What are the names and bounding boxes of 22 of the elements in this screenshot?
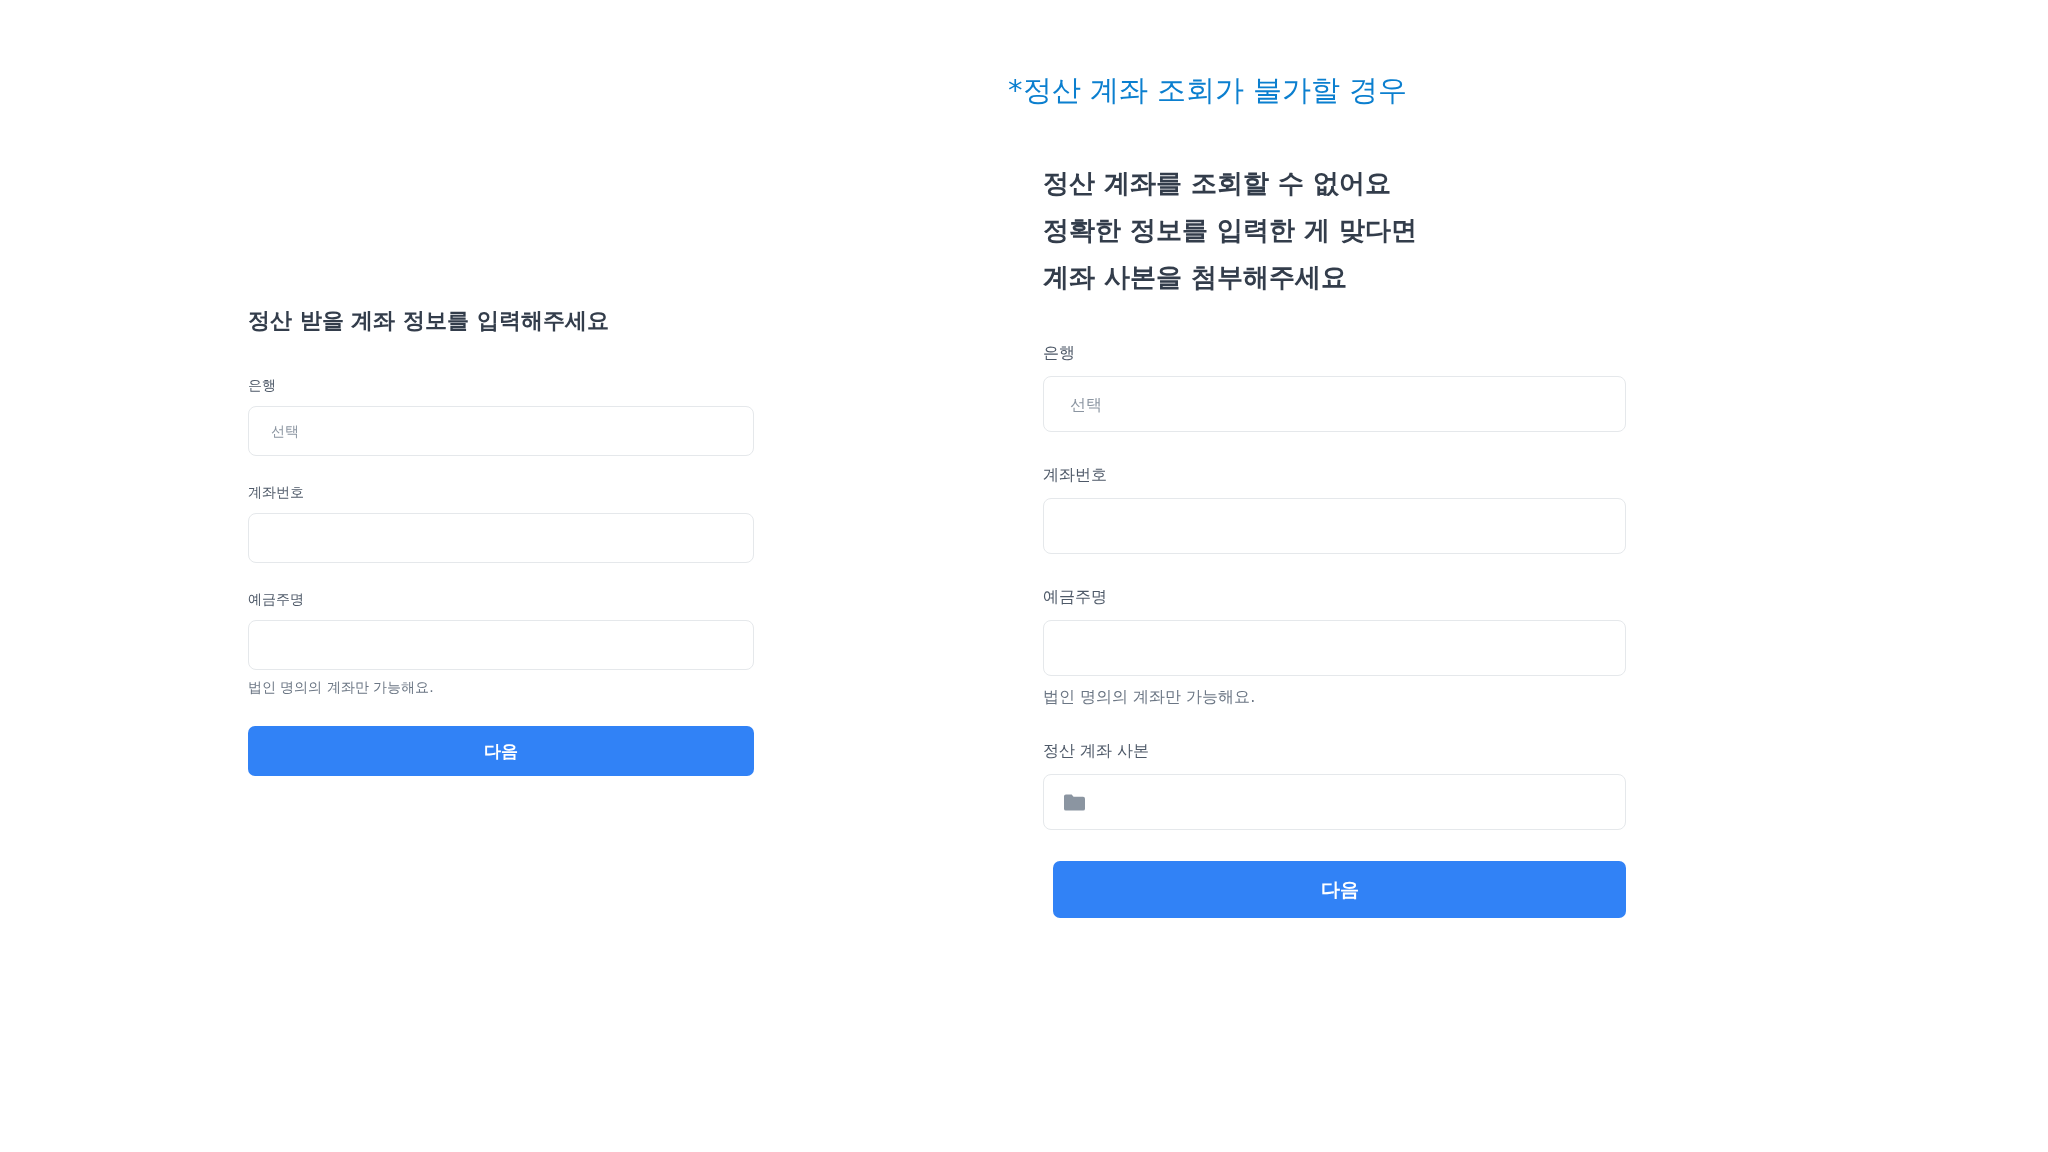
folder-icon xyxy=(1064,793,1085,811)
input-field[interactable]: 선택 xyxy=(1043,376,1626,432)
form-heading: 정산 받을 계좌 정보를 입력해주세요 xyxy=(248,307,609,335)
form-heading: 정산 계좌를 조회할 수 없어요 정확한 정보를 입력한 게 맞다면 계좌 사본을 첨부해주세요 xyxy=(1043,167,1418,294)
field-label: 예금주명 xyxy=(1043,586,1107,608)
field-label: 예금주명 xyxy=(248,590,304,609)
input-field[interactable] xyxy=(1043,620,1626,676)
helper-text: 법인 명의의 계좌만 가능해요. xyxy=(248,678,434,697)
field-label: 계좌번호 xyxy=(1043,464,1107,486)
file-upload-field[interactable] xyxy=(1043,774,1626,830)
helper-text: 법인 명의의 계좌만 가능해요. xyxy=(1043,686,1256,708)
input-field[interactable] xyxy=(248,620,754,670)
input-field[interactable] xyxy=(248,513,754,563)
field-label: 정산 계좌 사본 xyxy=(1043,740,1150,762)
input-field[interactable] xyxy=(1043,498,1626,554)
input-field[interactable]: 선택 xyxy=(248,406,754,456)
next-button[interactable]: 다음 xyxy=(248,726,754,776)
field-label: 은행 xyxy=(248,376,276,395)
field-label: 계좌번호 xyxy=(248,483,304,502)
next-button[interactable]: 다음 xyxy=(1053,861,1626,918)
notice-title: *정산 계좌 조회가 불가할 경우 xyxy=(1008,72,1408,109)
field-label: 은행 xyxy=(1043,342,1075,364)
